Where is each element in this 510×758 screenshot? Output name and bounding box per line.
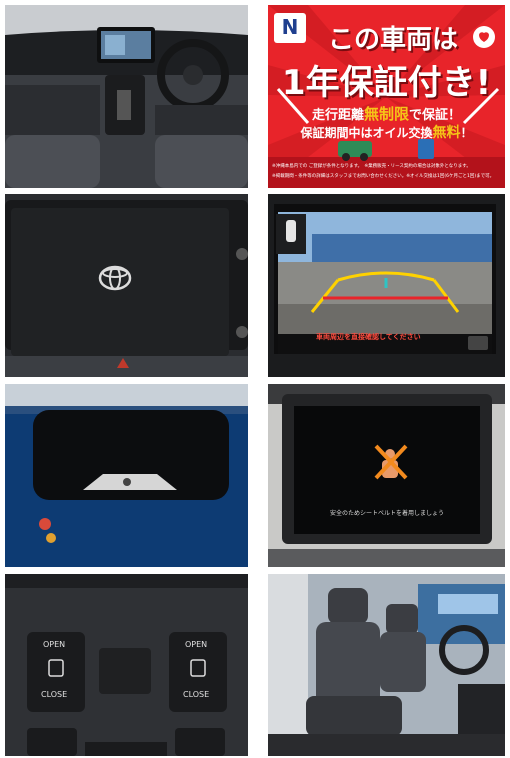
promo-line1: この車両は xyxy=(327,25,458,55)
camera-warning-text: 車両周辺を直接確認してください xyxy=(316,333,421,341)
photo-ceiling-monitor: 安全のためシートベルトを着用しましょう xyxy=(268,384,505,567)
photo-windshield-sensor xyxy=(5,384,248,567)
promo-line4: 保証期間中はオイル交換無料！ xyxy=(278,122,495,142)
promo-logo-letter: N xyxy=(281,15,299,39)
promo-line2: 1年保証付き! xyxy=(281,63,492,103)
photo-infotainment-screen xyxy=(5,194,248,377)
promo-footnote1: ※沖縄本島内での ご登録が条件となります。 ※業務販売・リース契約の場合は対象外… xyxy=(272,164,471,169)
photo-backup-camera: 車両周辺を直接確認してください xyxy=(268,194,505,377)
promo-line4-suffix: ！ xyxy=(460,126,473,140)
left-door-close-label: CLOSE xyxy=(41,690,68,699)
promo-footnote2: ※掲載期間・条件等の詳細はスタッフまでお問い合わせください。※オイル交換は1回(… xyxy=(272,174,495,179)
ceiling-monitor-message: 安全のためシートベルトを着用しましょう xyxy=(330,510,445,517)
left-door-open-label: OPEN xyxy=(43,640,66,649)
promo-line3-prefix: 走行距離 xyxy=(311,108,364,123)
photo-door-switches: OPEN CLOSE OPEN CLOSE xyxy=(5,574,248,756)
right-door-open-label: OPEN xyxy=(185,640,208,649)
promo-line3: 走行距離無制限で保証！ xyxy=(288,103,485,124)
photo-front-seats xyxy=(268,574,505,756)
right-door-close-label: CLOSE xyxy=(183,690,210,699)
promo-line4-prefix: 保証期間中はオイル交換 xyxy=(300,126,433,140)
promo-warranty-banner: N この車両は 1年保証付き! 走行距離無制限で保証！ 保証期間中はオイル交換無… xyxy=(268,5,505,188)
promo-line3-emph: 無制限 xyxy=(363,105,409,123)
photo-dashboard xyxy=(5,5,248,188)
promo-line3-suffix: で保証！ xyxy=(409,108,462,123)
promo-line4-emph: 無料 xyxy=(432,125,461,141)
